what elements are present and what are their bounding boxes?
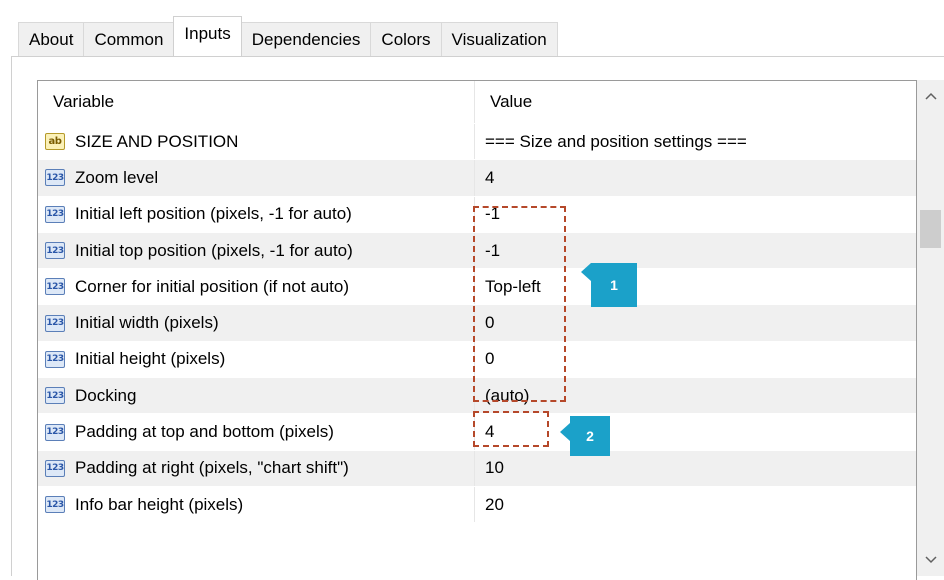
integer-type-icon: 123 xyxy=(45,169,65,187)
tab-label: Colors xyxy=(381,29,431,49)
scrollbar-thumb[interactable] xyxy=(920,210,941,248)
callout-1-badge: 1 xyxy=(591,263,637,307)
integer-type-icon: 123 xyxy=(45,314,65,332)
variable-cell: 123 Initial height (pixels) xyxy=(38,341,475,378)
callout-2-pointer xyxy=(560,423,570,441)
tab-label: Inputs xyxy=(184,24,231,43)
variable-cell: ab SIZE AND POSITION xyxy=(38,124,475,160)
variable-cell: 123 Docking xyxy=(38,378,475,414)
table-row[interactable]: 123 Zoom level 4 xyxy=(38,159,916,196)
variable-label: Initial top position (pixels, -1 for aut… xyxy=(75,240,353,260)
integer-type-icon: 123 xyxy=(45,496,65,514)
variable-cell: 123 Zoom level xyxy=(38,160,475,196)
variable-label: Padding at top and bottom (pixels) xyxy=(75,422,334,442)
tab-common[interactable]: Common xyxy=(83,22,175,56)
variable-cell: 123 Corner for initial position (if not a… xyxy=(38,269,475,305)
variable-label: Initial left position (pixels, -1 for au… xyxy=(75,204,352,224)
value-text: 10 xyxy=(485,458,504,478)
tab-label: Visualization xyxy=(451,29,547,49)
integer-type-icon: 123 xyxy=(45,423,65,441)
tab-inputs[interactable]: Inputs xyxy=(173,16,242,56)
value-cell[interactable]: === Size and position settings === xyxy=(475,124,916,159)
callout-2-outline xyxy=(473,411,549,447)
table-row[interactable]: ab SIZE AND POSITION === Size and position… xyxy=(38,123,916,160)
variable-label: SIZE AND POSITION xyxy=(75,131,239,151)
integer-type-icon: 123 xyxy=(45,459,65,477)
tab-visualization[interactable]: Visualization xyxy=(440,22,558,56)
integer-type-icon: 123 xyxy=(45,205,65,223)
integer-type-icon: 123 xyxy=(45,387,65,405)
chevron-up-icon[interactable] xyxy=(917,82,944,110)
variable-column-header[interactable]: Variable xyxy=(38,81,475,123)
variable-cell: 123 Initial width (pixels) xyxy=(38,305,475,341)
value-text: 20 xyxy=(485,494,504,514)
tab-bar: About Common Inputs Dependencies Colors … xyxy=(18,16,558,56)
tab-label: Common xyxy=(94,29,164,49)
variable-label: Docking xyxy=(75,385,137,405)
callout-1-outline xyxy=(473,206,566,402)
tab-about[interactable]: About xyxy=(18,22,85,56)
tab-label: Dependencies xyxy=(251,29,361,49)
value-text: 4 xyxy=(485,167,495,187)
variable-cell: 123 Info bar height (pixels) xyxy=(38,486,475,523)
tab-colors[interactable]: Colors xyxy=(370,22,442,56)
chevron-down-icon[interactable] xyxy=(917,546,944,574)
value-cell[interactable]: 10 xyxy=(475,451,916,486)
variable-label: Corner for initial position (if not auto… xyxy=(75,276,350,296)
callout-2-badge: 2 xyxy=(570,416,610,456)
integer-type-icon: 123 xyxy=(45,350,65,368)
variable-label: Initial width (pixels) xyxy=(75,313,219,333)
value-cell[interactable]: 4 xyxy=(475,160,916,195)
string-type-icon: ab xyxy=(45,133,65,151)
variable-label: Padding at right (pixels, "chart shift") xyxy=(75,458,349,478)
tab-dependencies[interactable]: Dependencies xyxy=(240,22,372,56)
table-row[interactable]: 123 Info bar height (pixels) 20 xyxy=(38,485,916,523)
variable-label: Zoom level xyxy=(75,167,159,187)
variable-label: Initial height (pixels) xyxy=(75,349,226,369)
tab-label: About xyxy=(29,29,74,49)
value-column-header[interactable]: Value xyxy=(475,81,916,123)
vertical-scrollbar[interactable] xyxy=(917,80,944,576)
variable-cell: 123 Padding at right (pixels, "chart shif… xyxy=(38,450,475,486)
variable-cell: 123 Padding at top and bottom (pixels) xyxy=(38,414,475,450)
integer-type-icon: 123 xyxy=(45,278,65,296)
variable-label: Info bar height (pixels) xyxy=(75,494,244,514)
value-text: === Size and position settings === xyxy=(485,131,747,151)
table-row[interactable]: 123 Padding at right (pixels, "chart shif… xyxy=(38,449,916,486)
integer-type-icon: 123 xyxy=(45,242,65,260)
callout-1-pointer xyxy=(581,263,591,281)
variable-cell: 123 Initial top position (pixels, -1 for … xyxy=(38,232,475,269)
variable-cell: 123 Initial left position (pixels, -1 for… xyxy=(38,196,475,232)
grid-header: Variable Value xyxy=(38,81,916,123)
value-cell[interactable]: 20 xyxy=(475,487,916,522)
